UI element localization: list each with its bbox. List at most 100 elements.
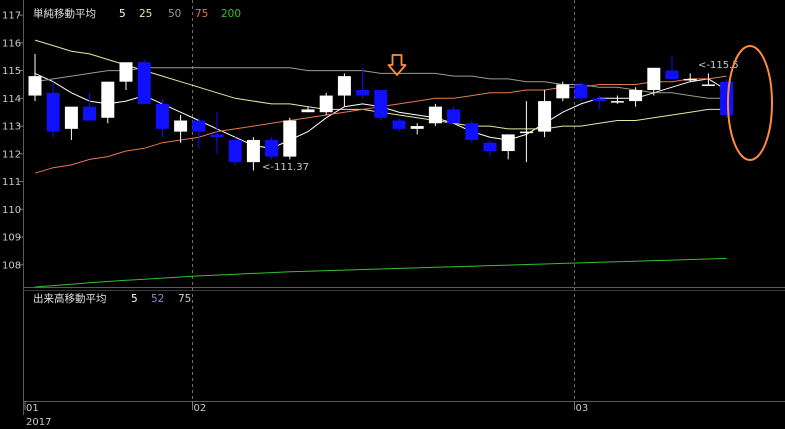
y-tick-label: 117 [2,11,21,22]
candle [538,90,552,138]
ma-legend-200: 200 [221,8,241,20]
candle-body [447,109,461,124]
ma-legend-title: 単純移動平均 [33,7,96,20]
candle-body [28,76,42,96]
y-tick-label: 114 [2,94,21,105]
candle [101,81,115,124]
candle-body [410,126,424,129]
candle [119,62,133,91]
candle [228,137,242,165]
candle-body [228,139,242,163]
candle [574,81,588,102]
volume-legend-title: 出来高移動平均 [33,292,107,305]
candle-body [319,95,333,113]
candle [501,134,515,160]
candle [155,98,169,138]
y-axis: 108 109 110 111 112 113 114 115 116 117 [2,11,23,271]
y-tick-label: 109 [2,233,21,244]
candle [683,73,697,82]
candle-body [465,123,479,140]
candle-body [283,120,297,157]
candle-body [538,101,552,132]
candle-body [720,81,734,115]
y-tick-label: 116 [2,38,21,49]
candle [64,106,78,140]
candle [283,117,297,160]
x-axis: 01 02 03 2017 [24,401,589,428]
candle-body [647,67,661,91]
candle-body [483,142,497,152]
candle-body [374,90,388,118]
ma-200-line [34,257,727,288]
candle-body [428,106,442,124]
y-tick-label: 115 [2,66,21,77]
candle [610,95,624,104]
candle-body [519,131,533,134]
candle-body [246,139,260,163]
candle-body [174,120,188,132]
candle [447,106,461,124]
candle [137,59,151,104]
candle-body [64,106,78,129]
candle-body [119,62,133,82]
y-tick-label: 110 [2,205,21,216]
x-tick-label: 03 [576,403,589,414]
volume-legend-52: 52 [151,293,164,305]
y-tick-label: 108 [2,260,21,271]
candle [519,101,533,163]
low-price-label: <-111.37 [262,162,309,173]
ma-legend-75: 75 [195,8,208,20]
candle [592,95,606,110]
y-tick-label: 112 [2,149,21,160]
candle [337,73,351,107]
candle [28,53,42,102]
candle-body [683,78,697,81]
candle [465,120,479,143]
candle-body [665,70,679,79]
candle-body [701,84,715,86]
ma-legend-5: 5 [119,8,126,20]
volume-legend-5: 5 [131,293,138,305]
candles [28,53,734,171]
candlestick-chart: 108 109 110 111 112 113 114 115 116 117 01 02 03 201… [2,0,785,428]
candle-body [574,84,588,99]
candle-body [356,90,370,96]
candle [46,81,60,138]
down-arrow-marker [387,54,407,76]
candle [392,117,406,132]
ma-legend-25: 25 [139,8,152,20]
candle-body [337,76,351,96]
candle-body [265,139,279,157]
y-tick-label: 113 [2,122,21,133]
candle-body [83,106,97,121]
candle-body [629,90,643,102]
candle-body [137,62,151,104]
y-tick-label: 111 [2,177,21,188]
candle [356,67,370,99]
year-label: 2017 [26,417,51,428]
candle [629,87,643,107]
candle [410,123,424,135]
candle [192,117,206,149]
candle [319,92,333,115]
candle-body [210,134,224,138]
candle-body [155,103,169,129]
candle [83,92,97,121]
x-tick-label: 01 [26,403,39,414]
x-tick-label: 02 [194,403,207,414]
candle [374,90,388,121]
candle-body [101,81,115,118]
candle-body [301,109,315,113]
candle-body [592,98,606,102]
candle [428,103,442,127]
candle-body [501,134,515,152]
candle [665,56,679,79]
candle-body [392,120,406,129]
candle [174,114,188,143]
volume-legend-75: 75 [178,293,191,305]
candle-body [46,92,60,132]
highlight-ellipse [727,45,773,161]
candle-body [556,84,570,99]
month-grid [192,0,575,401]
candle [720,78,734,118]
